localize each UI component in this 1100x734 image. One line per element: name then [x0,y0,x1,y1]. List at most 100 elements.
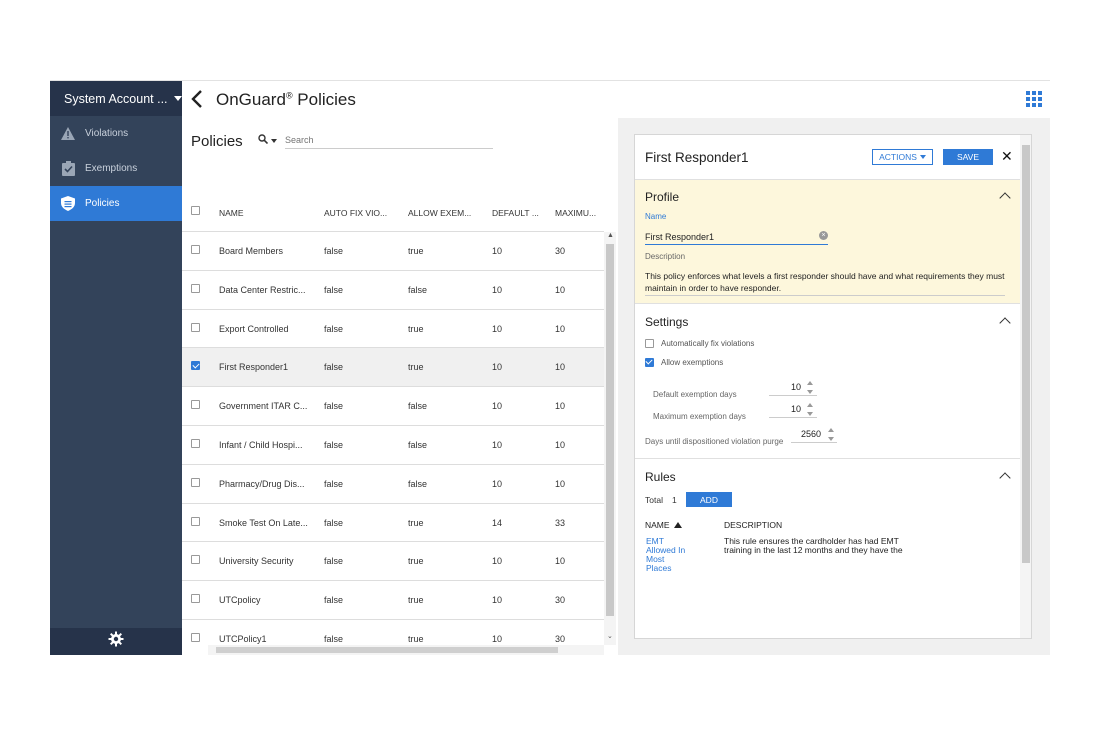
table-row[interactable]: Government ITAR C... false false 10 10 [182,387,604,426]
total-label: Total [645,495,663,505]
scrollbar-thumb[interactable] [606,244,614,616]
table-row[interactable]: Board Members false true 10 30 [182,232,604,271]
row-checkbox[interactable] [191,438,200,448]
save-button[interactable]: SAVE [943,149,993,165]
search-bar [258,132,493,149]
cell-def: 10 [492,478,503,489]
cell-name: Government ITAR C... [219,401,308,412]
scroll-down-icon[interactable]: ⌄ [607,632,613,640]
allow-exemptions-label: Allow exemptions [661,358,724,367]
account-selector[interactable]: System Account ... [50,81,182,116]
detail-title: First Responder1 [645,150,749,165]
row-checkbox[interactable] [191,632,200,642]
row-checkbox[interactable] [191,594,200,604]
row-checkbox[interactable] [191,555,200,565]
col-header-maximum-days[interactable]: MAXIMU... [555,208,601,218]
sidebar-item-policies[interactable]: Policies [50,186,182,221]
chevron-up-icon[interactable] [999,192,1011,204]
row-checkbox[interactable] [191,477,200,487]
cell-def: 10 [492,401,503,412]
grid-apps-icon[interactable] [1026,91,1042,107]
cell-allow: true [408,595,424,606]
cell-auto: false [324,323,344,334]
col-header-default-days[interactable]: DEFAULT ... [492,208,544,218]
table-row[interactable]: Smoke Test On Late... false true 14 33 [182,504,604,543]
scrollbar-thumb[interactable] [216,647,558,653]
default-days-label: Default exemption days [653,390,737,399]
list-title: Policies [191,133,243,150]
cell-max: 10 [555,284,566,295]
name-field[interactable]: First Responder1 [645,232,828,245]
total-count: 1 [672,495,677,505]
max-days-label: Maximum exemption days [653,412,746,421]
row-checkbox[interactable] [191,283,200,293]
auto-fix-checkbox[interactable] [645,339,654,348]
horizontal-scrollbar[interactable] [208,645,604,655]
row-checkbox[interactable] [191,361,200,371]
settings-section: Settings Automatically fix violations Al… [635,304,1020,459]
clear-icon[interactable]: × [819,231,828,240]
cell-name: Data Center Restric... [219,284,306,295]
table-header: NAME AUTO FIX VIO... ALLOW EXEM... DEFAU… [182,193,604,232]
row-checkbox[interactable] [191,516,200,526]
chevron-up-icon[interactable] [999,317,1011,329]
select-all-checkbox[interactable] [191,206,200,215]
cell-auto: false [324,517,344,528]
table-row[interactable]: First Responder1 false true 10 10 [182,348,604,388]
rules-col-name[interactable]: NAME [645,520,682,530]
cell-max: 10 [555,478,566,489]
table-row[interactable]: University Security false true 10 10 [182,542,604,582]
cell-name: University Security [219,556,294,567]
allow-exemptions-checkbox[interactable] [645,358,654,367]
sidebar-item-violations[interactable]: Violations [50,116,182,151]
actions-button[interactable]: ACTIONS [872,149,933,165]
rule-name-link[interactable]: EMT Allowed In Most Places [646,537,686,573]
cell-def: 10 [492,284,503,295]
search-icon[interactable] [258,134,269,147]
col-header-name[interactable]: NAME [219,208,299,218]
sidebar-item-exemptions[interactable]: Exemptions [50,151,182,186]
add-rule-button[interactable]: ADD [686,492,732,507]
col-header-auto-fix[interactable]: AUTO FIX VIO... [324,208,388,218]
policy-table-body: Board Members false true 10 30 Data Center Re… [182,232,604,655]
cell-def: 10 [492,246,503,256]
row-checkbox[interactable] [191,245,200,254]
max-days-stepper[interactable] [807,402,815,418]
cell-max: 30 [555,633,566,644]
cell-def: 10 [492,323,503,334]
table-row[interactable]: Pharmacy/Drug Dis... false false 10 10 [182,465,604,504]
table-row[interactable]: Data Center Restric... false false 10 10 [182,271,604,310]
name-label: Name [645,212,667,221]
sidebar-footer [50,628,182,655]
purge-label: Days until dispositioned violation purge [645,437,784,446]
cell-allow: false [408,439,428,450]
chevron-up-icon[interactable] [999,472,1011,484]
default-days-stepper[interactable] [807,380,815,396]
table-row[interactable]: Export Controlled false true 10 10 [182,310,604,349]
cell-max: 33 [555,517,566,528]
page-title: OnGuard® Policies [216,90,356,109]
caret-down-icon[interactable] [271,138,277,143]
vertical-scrollbar[interactable]: ▲ ⌄ [604,232,616,645]
row-checkbox[interactable] [191,322,200,332]
scrollbar-thumb[interactable] [1022,145,1030,563]
row-checkbox[interactable] [191,400,200,410]
caret-down-icon [919,155,926,159]
gear-icon[interactable] [108,631,124,652]
col-header-allow-exemptions[interactable]: ALLOW EXEM... [408,208,472,218]
search-input[interactable] [285,132,493,149]
table-row[interactable]: UTCpolicy false true 10 30 [182,581,604,620]
cell-name: Infant / Child Hospi... [219,439,303,450]
purge-stepper[interactable] [828,427,836,443]
table-row[interactable]: Infant / Child Hospi... false false 10 10 [182,426,604,465]
close-icon[interactable]: ✕ [1001,148,1013,165]
cell-name: Export Controlled [219,323,289,334]
rule-description: This rule ensures the cardholder has had… [724,536,903,555]
cell-def: 10 [492,439,503,450]
app-window: System Account ... Violations Exemptions… [50,80,1050,655]
back-chevron-icon[interactable] [190,90,206,108]
section-title: Profile [645,190,680,204]
scroll-up-icon[interactable]: ▲ [607,232,614,239]
detail-scrollbar[interactable] [1020,135,1031,638]
description-field[interactable]: This policy enforces what levels a first… [645,270,1005,296]
